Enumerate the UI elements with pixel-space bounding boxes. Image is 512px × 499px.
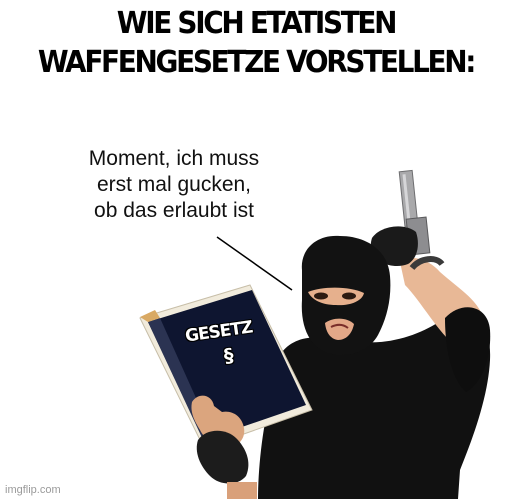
- imgflip-watermark: imgflip.com: [5, 484, 61, 496]
- speech-pointer-line: [216, 236, 293, 291]
- right-eye: [342, 292, 356, 300]
- robber-illustration: [139, 169, 491, 499]
- left-eye: [314, 292, 328, 300]
